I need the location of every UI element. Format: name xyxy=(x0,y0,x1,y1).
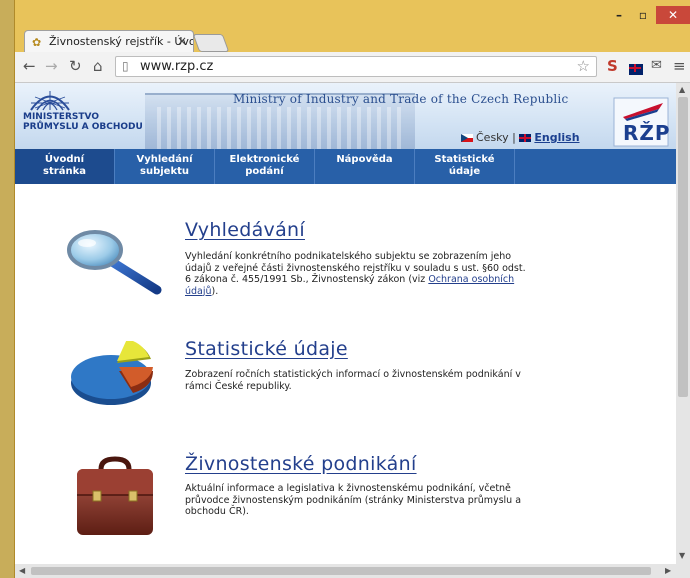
nav-item-search[interactable]: Vyhledání subjektu xyxy=(115,149,215,184)
section-title-business[interactable]: Živnostenské podnikání xyxy=(185,453,417,475)
address-bar[interactable]: ▯ www.rzp.cz ☆ xyxy=(115,56,597,77)
section-desc-statistics: Zobrazení ročních statistických informac… xyxy=(185,369,521,392)
nav-label: Nápověda xyxy=(336,154,393,165)
nav-label: subjektu xyxy=(140,166,189,177)
scroll-up-icon[interactable]: ▲ xyxy=(679,85,685,94)
star-icon[interactable]: ☆ xyxy=(577,57,590,75)
vertical-scrollbar[interactable]: ▲ ▼ xyxy=(676,83,690,564)
new-tab-button[interactable] xyxy=(192,34,230,52)
nav-item-statistics[interactable]: Statistické údaje xyxy=(415,149,515,184)
uk-flag-icon[interactable] xyxy=(629,60,646,78)
forward-icon[interactable]: → xyxy=(45,57,58,75)
scrollbar-thumb[interactable] xyxy=(678,97,688,397)
nav-label: Statistické xyxy=(434,154,495,165)
maximize-button[interactable]: ▫ xyxy=(632,6,654,24)
nav-label: Vyhledání xyxy=(136,154,193,165)
browser-toolbar: ← → ↻ ⌂ ▯ www.rzp.cz ☆ S ✉ ≡ xyxy=(15,52,690,83)
back-icon[interactable]: ← xyxy=(23,57,36,75)
section-title-search[interactable]: Vyhledávání xyxy=(185,219,305,241)
scrollbar-thumb[interactable] xyxy=(31,567,651,575)
nav-label: údaje xyxy=(448,166,481,177)
briefcase-icon[interactable] xyxy=(73,455,157,539)
nav-label: podání xyxy=(245,166,284,177)
extension-icon[interactable]: S xyxy=(607,57,618,75)
pie-chart-icon[interactable] xyxy=(67,341,163,411)
ministry-logo-text[interactable]: MINISTERSTVO PRŮMYSLU A OBCHODU xyxy=(23,112,143,132)
page-viewport: MINISTERSTVO PRŮMYSLU A OBCHODU Ministry… xyxy=(15,83,676,564)
nav-item-electronic-filing[interactable]: Elektronické podání xyxy=(215,149,315,184)
uk-flag-icon xyxy=(519,134,532,142)
url-text[interactable]: www.rzp.cz xyxy=(140,59,213,74)
section-title-statistics[interactable]: Statistické údaje xyxy=(185,338,348,360)
language-switcher: Česky | English xyxy=(461,131,580,144)
ministry-title: Ministry of Industry and Trade of the Cz… xyxy=(233,92,569,106)
horizontal-scrollbar[interactable]: ◀ ▶ xyxy=(15,564,690,578)
tab-title: Živnostenský rejstřík - Úvo xyxy=(49,35,194,48)
site-header: MINISTERSTVO PRŮMYSLU A OBCHODU Ministry… xyxy=(15,83,676,151)
scroll-right-icon[interactable]: ▶ xyxy=(665,566,671,575)
section-desc-search: Vyhledání konkrétního podnikatelského su… xyxy=(185,251,530,297)
lang-en-link[interactable]: English xyxy=(534,131,579,144)
page-icon: ▯ xyxy=(122,59,129,73)
close-window-button[interactable]: ✕ xyxy=(656,6,690,24)
ministry-logo-icon xyxy=(30,91,70,111)
lang-separator: | xyxy=(512,131,516,144)
tab-close-button[interactable]: × xyxy=(177,34,187,48)
nav-label: Úvodní xyxy=(44,154,85,165)
scroll-down-icon[interactable]: ▼ xyxy=(679,551,685,560)
logo-line-2: PRŮMYSLU A OBCHODU xyxy=(23,122,143,132)
nav-item-help[interactable]: Nápověda xyxy=(315,149,415,184)
browser-tab[interactable]: ✿ Živnostenský rejstřík - Úvo × xyxy=(24,30,194,52)
desc-text: ). xyxy=(211,285,219,297)
nav-label: Elektronické xyxy=(229,154,300,165)
main-nav: Úvodní stránka Vyhledání subjektu Elektr… xyxy=(15,149,676,184)
site-favicon-icon: ✿ xyxy=(32,36,42,49)
section-desc-business: Aktuální informace a legislativa k živno… xyxy=(185,483,522,517)
cz-flag-icon xyxy=(461,134,473,142)
magnifier-icon[interactable] xyxy=(65,228,165,298)
lang-cz-link[interactable]: Česky xyxy=(476,131,509,144)
scroll-left-icon[interactable]: ◀ xyxy=(19,566,25,575)
minimize-button[interactable]: – xyxy=(608,6,630,24)
home-icon[interactable]: ⌂ xyxy=(93,57,103,75)
nav-label: stránka xyxy=(43,166,86,177)
rzp-brand[interactable]: RŽP xyxy=(623,121,671,145)
nav-item-home[interactable]: Úvodní stránka xyxy=(15,149,115,184)
reload-icon[interactable]: ↻ xyxy=(69,57,82,75)
menu-icon[interactable]: ≡ xyxy=(673,57,686,75)
logo-line-1: MINISTERSTVO xyxy=(23,112,99,122)
mail-icon[interactable]: ✉ xyxy=(651,57,662,75)
